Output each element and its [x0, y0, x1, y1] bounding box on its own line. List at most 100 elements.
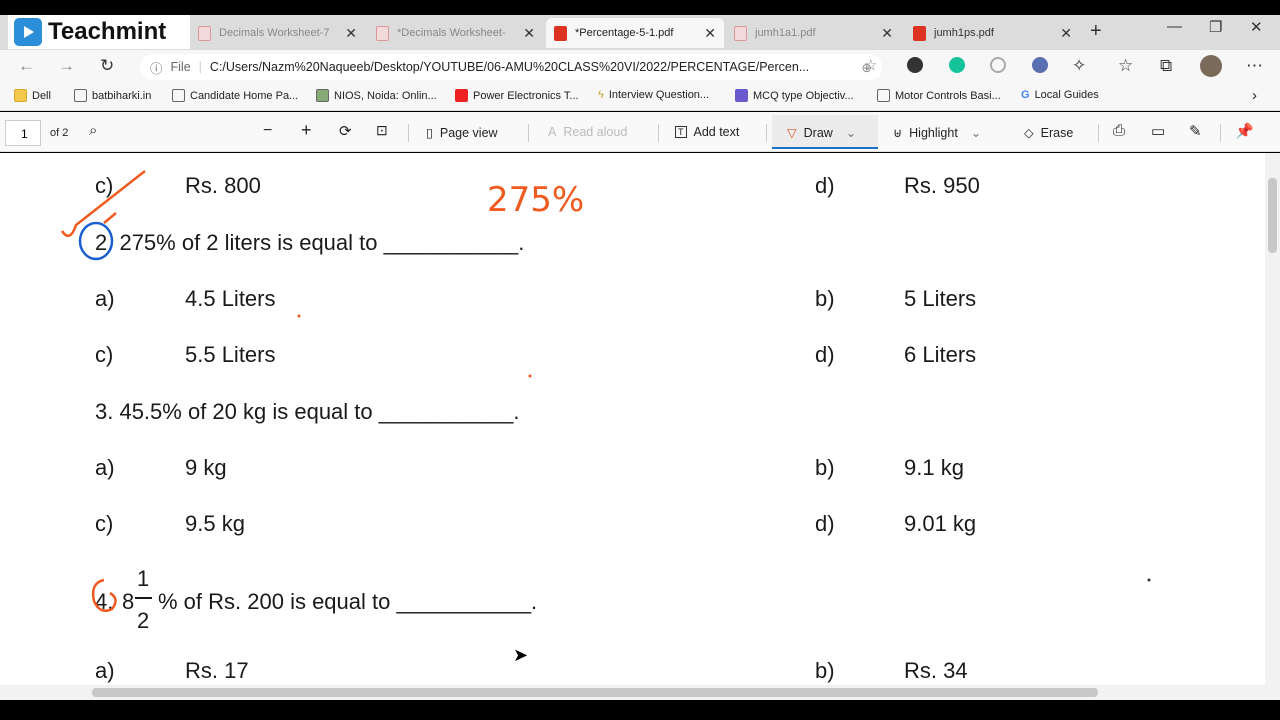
- add-text-button[interactable]: T Add text: [675, 125, 739, 139]
- forward-button[interactable]: →: [58, 56, 75, 76]
- read-aloud-button[interactable]: A Read aloud: [548, 125, 627, 139]
- ink-dot: [297, 314, 301, 318]
- address-input[interactable]: ⓘ File | C:/Users/Nazm%20Naqueeb/Desktop/YO…: [140, 54, 882, 80]
- minimize-button[interactable]: —: [1167, 18, 1182, 35]
- divider: [1220, 124, 1221, 142]
- blue-circle-ink: [78, 221, 114, 261]
- divider: [1098, 124, 1099, 142]
- close-tab-icon[interactable]: ✕: [345, 25, 357, 42]
- mcq-icon: [735, 89, 748, 102]
- zoom-out-button[interactable]: −: [263, 122, 272, 140]
- bookmark-local-guides[interactable]: G Local Guides: [1021, 89, 1099, 101]
- extension-icon[interactable]: [907, 57, 923, 73]
- divider: [766, 124, 767, 142]
- vertical-scroll-thumb[interactable]: [1268, 178, 1277, 253]
- tab-label: jumh1ps.pdf: [934, 27, 994, 39]
- extensions-puzzle-icon[interactable]: ✧: [1072, 56, 1086, 76]
- back-button[interactable]: ←: [18, 56, 35, 76]
- draw-label: Draw: [803, 125, 833, 140]
- bookmarks-more-chevron[interactable]: ›: [1252, 87, 1257, 104]
- ink-dot: [528, 374, 532, 378]
- close-window-button[interactable]: ✕: [1250, 18, 1263, 36]
- divider: [528, 124, 529, 142]
- new-tab-button[interactable]: +: [1090, 20, 1102, 43]
- pdf-toolbar: [0, 112, 1280, 152]
- extension-icon[interactable]: [1032, 57, 1048, 73]
- logo-text: Teachmint: [48, 18, 167, 45]
- bookmark-power-electronics[interactable]: Power Electronics T...: [455, 89, 579, 102]
- save-icon[interactable]: ▭: [1151, 122, 1165, 140]
- highlight-button[interactable]: ⊎ Highlight ⌄: [893, 125, 981, 141]
- print-icon[interactable]: ⎙: [1113, 122, 1125, 139]
- rotate-icon[interactable]: ⟳: [339, 122, 352, 140]
- nios-icon: [316, 89, 329, 102]
- close-tab-icon[interactable]: ✕: [523, 25, 535, 42]
- tab-decimals-2[interactable]: *Decimals Worksheet- ✕: [368, 18, 543, 48]
- tab-jumh1ps[interactable]: jumh1ps.pdf ✕: [905, 18, 1080, 48]
- favorite-add-icon[interactable]: ☆: [864, 56, 877, 74]
- chevron-down-icon[interactable]: ⌄: [971, 125, 981, 140]
- chevron-down-icon[interactable]: ⌄: [846, 125, 856, 140]
- bookmark-batbiharki[interactable]: batbiharki.in: [74, 89, 151, 102]
- pin-toolbar-icon[interactable]: 📌: [1235, 122, 1254, 140]
- save-as-icon[interactable]: ✎: [1189, 122, 1202, 140]
- scheme-label: File: [170, 60, 191, 74]
- page-count: of 2: [50, 127, 69, 139]
- page-number: 1: [21, 127, 28, 141]
- divider: [408, 124, 409, 142]
- refresh-button[interactable]: ↻: [100, 56, 114, 76]
- page-number-input[interactable]: 1: [5, 120, 41, 146]
- page-icon: [74, 89, 87, 102]
- more-menu-icon[interactable]: ⋯: [1246, 56, 1263, 76]
- tab-label: *Decimals Worksheet-: [397, 27, 506, 39]
- profile-avatar[interactable]: [1200, 55, 1222, 77]
- bookmark-dell[interactable]: Dell: [14, 89, 51, 102]
- read-aloud-label: Read aloud: [563, 125, 628, 139]
- page-view-button[interactable]: ▯ Page view: [426, 125, 498, 141]
- job-icon: [455, 89, 468, 102]
- bookmark-interview[interactable]: ϟ Interview Question...: [598, 89, 709, 101]
- horizontal-scrollbar[interactable]: [0, 685, 1280, 700]
- alarm-icon[interactable]: [990, 57, 1006, 73]
- draw-pen-icon: ▽: [787, 126, 797, 140]
- eraser-icon: ◇: [1024, 126, 1034, 140]
- bookmark-label: Local Guides: [1034, 89, 1099, 101]
- bookmark-label: Interview Question...: [608, 89, 710, 101]
- teachmint-logo: Teachmint: [8, 15, 190, 49]
- bookmark-motor-controls[interactable]: Motor Controls Basi...: [877, 89, 1001, 102]
- highlighter-icon: ⊎: [893, 126, 903, 140]
- fit-width-icon[interactable]: ⊡: [376, 122, 388, 139]
- page-view-icon: ▯: [426, 126, 433, 140]
- divider: [658, 124, 659, 142]
- favorites-icon[interactable]: ☆: [1118, 56, 1133, 76]
- close-tab-icon[interactable]: ✕: [881, 25, 893, 42]
- zoom-in-button[interactable]: +: [301, 120, 312, 141]
- google-icon: G: [1021, 89, 1030, 101]
- bookmark-candidate[interactable]: Candidate Home Pa...: [172, 89, 298, 102]
- tab-decimals-1[interactable]: Decimals Worksheet-7 ✕: [190, 18, 365, 48]
- pdf-icon: [376, 25, 389, 41]
- draw-button-content[interactable]: ▽ Draw ⌄: [787, 125, 856, 141]
- tab-jumh1a1[interactable]: jumh1a1.pdf ✕: [726, 18, 901, 48]
- bookmark-label: Candidate Home Pa...: [190, 89, 299, 102]
- bookmark-nios[interactable]: NIOS, Noida: Onlin...: [316, 89, 437, 102]
- collections-icon[interactable]: ⧉: [1160, 56, 1172, 76]
- bookmark-label: NIOS, Noida: Onlin...: [334, 89, 437, 102]
- close-tab-icon[interactable]: ✕: [1060, 25, 1072, 42]
- pdf-icon: [198, 25, 211, 41]
- horizontal-scroll-thumb[interactable]: [92, 688, 1098, 697]
- vertical-scrollbar[interactable]: [1265, 153, 1280, 685]
- info-icon[interactable]: ⓘ: [150, 58, 163, 77]
- tab-label: *Percentage-5-1.pdf: [575, 27, 674, 39]
- tab-percentage[interactable]: *Percentage-5-1.pdf ✕: [546, 18, 724, 48]
- bookmark-mcq[interactable]: MCQ type Objectiv...: [735, 89, 854, 102]
- restore-button[interactable]: ❐: [1209, 18, 1222, 36]
- grammarly-icon[interactable]: [949, 57, 965, 73]
- page-view-label: Page view: [439, 125, 498, 140]
- erase-button[interactable]: ◇ Erase: [1024, 125, 1073, 141]
- search-icon[interactable]: ⌕: [89, 122, 97, 139]
- page-icon: [172, 89, 185, 102]
- read-aloud-icon: A: [548, 125, 557, 139]
- close-tab-icon[interactable]: ✕: [704, 25, 716, 42]
- pdf-icon: [734, 25, 747, 41]
